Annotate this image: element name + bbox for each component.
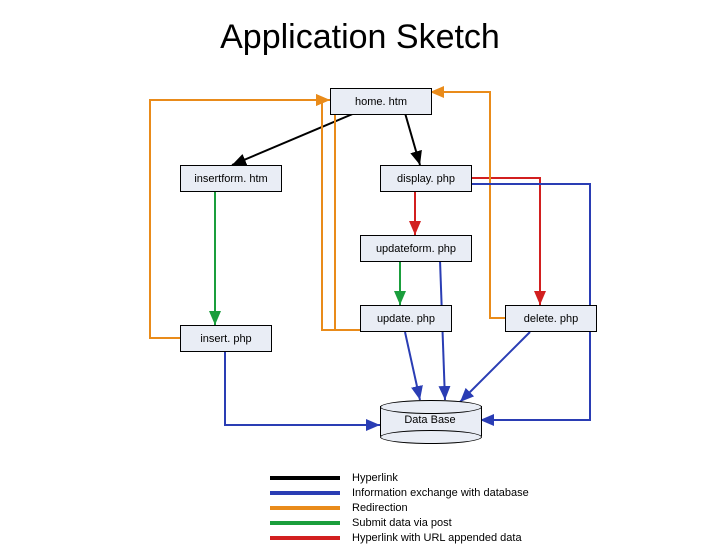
legend-row: Hyperlink with URL appended data [270,530,529,545]
node-insert: insert. php [180,325,272,352]
node-update: update. php [360,305,452,332]
page-title: Application Sketch [0,18,720,57]
node-delete: delete. php [505,305,597,332]
legend-label: Information exchange with database [352,487,529,499]
node-home: home. htm [330,88,432,115]
legend: Hyperlink Information exchange with data… [270,470,529,545]
legend-swatch [270,536,340,540]
legend-label: Redirection [352,502,408,514]
diagram-stage: home. htm insertform. htm display. php u… [0,80,720,540]
node-database: Data Base [380,400,480,442]
legend-label: Submit data via post [352,517,452,529]
database-label: Data Base [380,414,480,426]
legend-swatch [270,506,340,510]
node-display: display. php [380,165,472,192]
legend-label: Hyperlink with URL appended data [352,532,522,544]
legend-row: Information exchange with database [270,485,529,500]
legend-row: Submit data via post [270,515,529,530]
legend-label: Hyperlink [352,472,398,484]
node-insertform: insertform. htm [180,165,282,192]
legend-row: Redirection [270,500,529,515]
legend-swatch [270,521,340,525]
legend-swatch [270,476,340,480]
legend-swatch [270,491,340,495]
legend-row: Hyperlink [270,470,529,485]
node-updateform: updateform. php [360,235,472,262]
